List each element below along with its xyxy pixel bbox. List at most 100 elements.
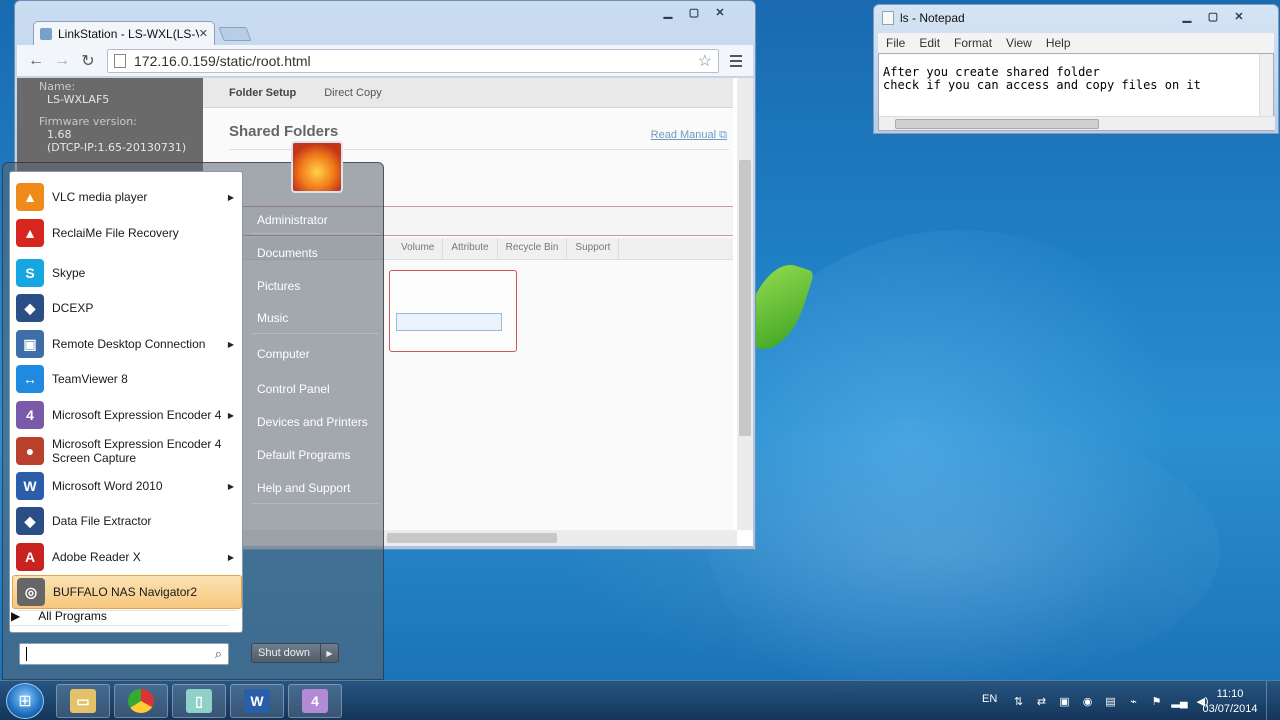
- nas-firmware-detail: (DTCP-IP:1.65-20130731): [47, 141, 187, 154]
- screen-capture-icon: ●: [16, 437, 44, 465]
- browser-tab[interactable]: LinkStation - LS-WXL(LS-V ✕: [33, 21, 215, 45]
- remote-desktop-icon: ▣: [16, 330, 44, 358]
- device-tray-icon[interactable]: ▤: [1102, 693, 1119, 709]
- all-programs-button[interactable]: ▶ All Programs: [11, 609, 107, 623]
- browser-menu-icon[interactable]: [725, 50, 747, 72]
- nas-name-value: LS-WXLAF5: [47, 93, 110, 106]
- address-bar[interactable]: 172.16.0.159/static/root.html ☆: [107, 48, 719, 73]
- search-input[interactable]: ⌕: [19, 643, 229, 665]
- language-indicator[interactable]: EN: [982, 693, 997, 705]
- list-item[interactable]: ▣ Remote Desktop Connection ▶: [12, 327, 242, 361]
- submenu-arrow-icon[interactable]: ▶: [228, 553, 234, 562]
- search-icon[interactable]: ⌕: [215, 646, 222, 662]
- start-link-default-programs[interactable]: Default Programs: [257, 448, 350, 462]
- menu-file[interactable]: File: [886, 36, 905, 50]
- teamviewer-icon: ↔: [16, 365, 44, 393]
- vertical-scrollbar[interactable]: [737, 78, 753, 530]
- back-arrow-icon[interactable]: ←: [23, 49, 49, 73]
- taskbar-explorer-button[interactable]: ▭: [56, 684, 110, 718]
- list-item[interactable]: ◆ DCEXP: [12, 291, 242, 325]
- minimize-icon[interactable]: ▁: [655, 3, 681, 21]
- list-item[interactable]: S Skype: [12, 256, 242, 290]
- list-item[interactable]: W Microsoft Word 2010 ▶: [12, 469, 242, 503]
- signal-tray-icon[interactable]: ▂▄: [1171, 693, 1188, 709]
- notepad-icon: ▯: [186, 689, 212, 713]
- submenu-arrow-icon[interactable]: ▶: [228, 411, 234, 420]
- start-link-documents[interactable]: Documents: [257, 246, 318, 260]
- start-link-pictures[interactable]: Pictures: [257, 279, 300, 293]
- notepad-text-area[interactable]: After you create shared folder check if y…: [878, 53, 1275, 131]
- tab-direct-copy[interactable]: Direct Copy: [324, 87, 381, 99]
- adobe-reader-icon: A: [16, 543, 44, 571]
- show-desktop-button[interactable]: [1266, 681, 1280, 720]
- display-tray-icon[interactable]: ▣: [1056, 693, 1073, 709]
- list-item[interactable]: ◎ BUFFALO NAS Navigator2: [12, 575, 242, 609]
- teamviewer-tray-icon[interactable]: ⇄: [1033, 693, 1050, 709]
- start-link-devices-and-printers[interactable]: Devices and Printers: [257, 415, 368, 429]
- bookmark-star-icon[interactable]: ☆: [698, 51, 712, 71]
- list-item[interactable]: ▲ VLC media player ▶: [12, 180, 242, 214]
- usb-tray-icon[interactable]: ⌁: [1125, 693, 1142, 709]
- submenu-arrow-icon[interactable]: ▶: [228, 340, 234, 349]
- taskbar-word-button[interactable]: W: [230, 684, 284, 718]
- submenu-arrow-icon[interactable]: ▶: [228, 193, 234, 202]
- folder-name-field[interactable]: [396, 313, 502, 331]
- tab-folder-setup[interactable]: Folder Setup: [229, 87, 296, 99]
- col-recycle-bin: Recycle Bin: [498, 238, 568, 259]
- divider: [251, 233, 379, 234]
- tab-close-icon[interactable]: ✕: [199, 27, 208, 40]
- folder-icon: ▭: [70, 689, 96, 713]
- nas-firmware-label: Firmware version:: [39, 115, 137, 128]
- menu-help[interactable]: Help: [1046, 36, 1071, 50]
- taskbar-notepad-button[interactable]: ▯: [172, 684, 226, 718]
- list-item[interactable]: A Adobe Reader X ▶: [12, 540, 242, 574]
- start-link-administrator[interactable]: Administrator: [257, 213, 328, 227]
- start-link-music[interactable]: Music: [257, 311, 288, 325]
- scroll-thumb[interactable]: [895, 119, 1099, 129]
- skype-icon: S: [16, 259, 44, 287]
- menu-edit[interactable]: Edit: [919, 36, 940, 50]
- shutdown-options-arrow-icon[interactable]: ▶: [321, 643, 339, 663]
- scroll-thumb[interactable]: [739, 160, 751, 436]
- maximize-icon[interactable]: ▢: [1200, 7, 1226, 25]
- horizontal-scrollbar[interactable]: [879, 116, 1275, 130]
- close-icon[interactable]: ✕: [707, 3, 733, 21]
- list-item[interactable]: ● Microsoft Expression Encoder 4 Screen C…: [12, 434, 242, 468]
- network-tray-icon[interactable]: ⇅: [1010, 693, 1027, 709]
- close-icon[interactable]: ✕: [1226, 7, 1252, 25]
- new-tab-button[interactable]: [218, 27, 252, 41]
- col-support: Support: [567, 238, 620, 259]
- data-extractor-icon: ◆: [16, 507, 44, 535]
- menu-view[interactable]: View: [1006, 36, 1032, 50]
- shutdown-button[interactable]: Shut down: [251, 643, 321, 663]
- start-link-control-panel[interactable]: Control Panel: [257, 382, 330, 396]
- scroll-thumb[interactable]: [387, 533, 557, 543]
- submenu-arrow-icon[interactable]: ▶: [228, 482, 234, 491]
- taskbar-chrome-button[interactable]: [114, 684, 168, 718]
- start-link-help-and-support[interactable]: Help and Support: [257, 481, 350, 495]
- tray-clock[interactable]: 11:10 03/07/2014: [1196, 687, 1264, 717]
- disk-tray-icon[interactable]: ◉: [1079, 693, 1096, 709]
- start-link-computer[interactable]: Computer: [257, 347, 310, 361]
- start-menu: ▲ VLC media player ▶ ▲ ReclaiMe File Recover…: [2, 141, 384, 680]
- read-manual-link[interactable]: Read Manual ⧉: [651, 129, 727, 142]
- start-button[interactable]: ⊞: [6, 683, 44, 719]
- page-icon: [114, 53, 126, 68]
- list-item[interactable]: ◆ Data File Extractor: [12, 504, 242, 538]
- user-picture[interactable]: [291, 141, 343, 193]
- list-item[interactable]: 4 Microsoft Expression Encoder 4 ▶: [12, 398, 242, 432]
- address-url: 172.16.0.159/static/root.html: [134, 52, 311, 69]
- nas-firmware-value: 1.68: [47, 128, 72, 141]
- vertical-scrollbar[interactable]: [1259, 54, 1273, 116]
- flag-tray-icon[interactable]: ⚑: [1148, 693, 1165, 709]
- program-label: Remote Desktop Connection: [52, 337, 206, 351]
- reload-icon[interactable]: ↻: [75, 49, 101, 73]
- minimize-icon[interactable]: ▁: [1174, 7, 1200, 25]
- program-label: Data File Extractor: [52, 514, 152, 528]
- list-item[interactable]: ▲ ReclaiMe File Recovery: [12, 216, 242, 250]
- forward-arrow-icon[interactable]: →: [49, 49, 75, 73]
- taskbar-encoder-button[interactable]: 4: [288, 684, 342, 718]
- maximize-icon[interactable]: ▢: [681, 3, 707, 21]
- list-item[interactable]: ↔ TeamViewer 8: [12, 362, 242, 396]
- menu-format[interactable]: Format: [954, 36, 992, 50]
